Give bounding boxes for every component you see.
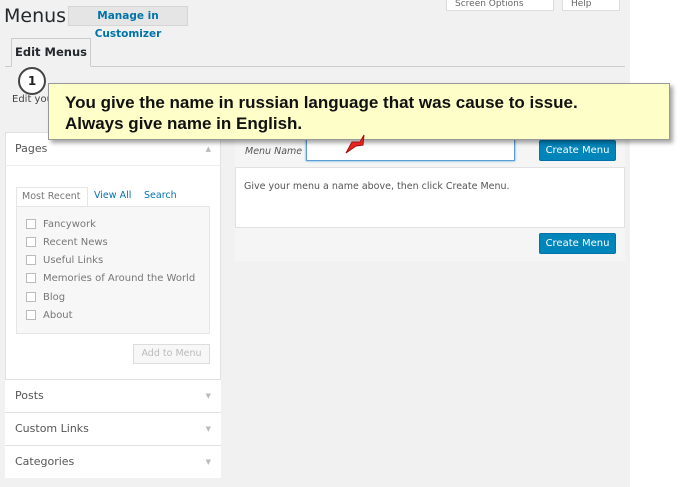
menu-instructions: Give your menu a name above, then click …: [244, 181, 510, 192]
create-menu-button-bottom[interactable]: Create Menu: [539, 233, 616, 254]
tab-search[interactable]: Search: [144, 190, 177, 201]
screen-options-button[interactable]: Screen Options: [446, 0, 554, 11]
list-item[interactable]: About: [26, 310, 73, 324]
list-item-label: Blog: [43, 292, 66, 303]
expand-arrow-icon: ▼: [205, 458, 211, 466]
accordion-posts[interactable]: Posts ▼: [5, 379, 221, 412]
list-item-label: Recent News: [43, 237, 108, 248]
nav-tab-divider: [5, 66, 625, 67]
checkbox[interactable]: [26, 310, 36, 320]
list-item[interactable]: Memories of Around the World: [26, 273, 195, 287]
edit-menu-prompt-text: Edit you: [12, 94, 53, 105]
page-title: Menus: [4, 5, 67, 27]
tab-edit-menus[interactable]: Edit Menus: [11, 38, 91, 67]
list-item-label: Fancywork: [43, 219, 96, 230]
menu-name-input[interactable]: [306, 139, 515, 161]
list-item[interactable]: Blog: [26, 292, 65, 306]
accordion-label: Posts: [15, 389, 44, 402]
list-item[interactable]: Useful Links: [26, 255, 103, 269]
manage-in-customizer-button[interactable]: Manage in Customizer: [68, 6, 188, 40]
checkbox[interactable]: [26, 237, 36, 247]
checkbox[interactable]: [26, 255, 36, 265]
list-item-label: Useful Links: [43, 255, 104, 266]
annotation-line-1: You give the name in russian language th…: [65, 93, 578, 112]
expand-arrow-icon: ▼: [205, 425, 211, 433]
list-item[interactable]: Fancywork: [26, 219, 96, 233]
accordion-pages-label: Pages: [15, 142, 48, 155]
tab-view-all[interactable]: View All: [94, 190, 131, 201]
accordion-categories[interactable]: Categories ▼: [5, 445, 221, 478]
accordion-label: Custom Links: [15, 422, 89, 435]
accordion-custom-links[interactable]: Custom Links ▼: [5, 412, 221, 445]
tab-most-recent[interactable]: Most Recent: [16, 187, 88, 207]
add-to-menu-button[interactable]: Add to Menu: [133, 344, 210, 364]
step-number-badge: 1: [18, 67, 46, 95]
list-item[interactable]: Recent News: [26, 237, 108, 251]
annotation-line-2: Always give name in English.: [65, 114, 303, 133]
checkbox[interactable]: [26, 219, 36, 229]
menu-name-label: Menu Name: [245, 146, 303, 157]
help-button[interactable]: Help: [562, 0, 620, 11]
list-item-label: Memories of Around the World: [43, 273, 196, 284]
accordion-label: Categories: [15, 455, 75, 468]
checkbox[interactable]: [26, 273, 36, 283]
annotation-pointer-icon: [345, 134, 365, 154]
annotation-callout: You give the name in russian language th…: [48, 83, 670, 140]
expand-arrow-icon: ▼: [205, 392, 211, 400]
list-item-label: About: [43, 310, 73, 321]
create-menu-button-top[interactable]: Create Menu: [539, 140, 616, 161]
checkbox[interactable]: [26, 292, 36, 302]
